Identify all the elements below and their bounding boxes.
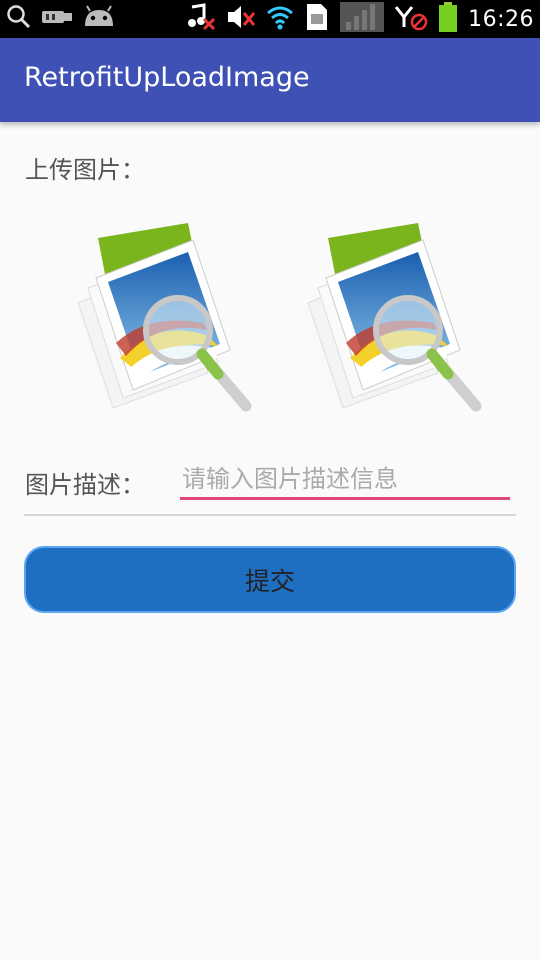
status-bar: 16:26 xyxy=(0,0,540,38)
app-bar: RetrofitUpLoadImage xyxy=(0,38,540,122)
divider xyxy=(24,514,516,516)
no-signal-icon xyxy=(394,3,428,35)
sim-icon xyxy=(304,2,330,36)
battery-icon xyxy=(438,2,458,36)
upload-label: 上传图片： xyxy=(25,156,145,184)
image-placeholder-icon xyxy=(307,223,482,412)
android-icon xyxy=(82,4,116,34)
status-time: 16:26 xyxy=(468,6,534,32)
submit-button[interactable]: 提交 xyxy=(24,546,516,613)
usb-icon xyxy=(40,6,74,32)
wifi-icon xyxy=(266,4,294,34)
description-label: 图片描述： xyxy=(25,471,145,499)
image-placeholder-icon xyxy=(77,223,252,412)
volume-muted-icon xyxy=(226,3,256,35)
app-title: RetrofitUpLoadImage xyxy=(24,62,310,93)
image-picker-2[interactable] xyxy=(298,218,483,418)
description-input[interactable] xyxy=(180,460,510,500)
image-picker-1[interactable] xyxy=(68,218,253,418)
signal-icon xyxy=(340,2,385,36)
search-icon xyxy=(6,4,32,34)
music-muted-icon xyxy=(186,3,216,35)
